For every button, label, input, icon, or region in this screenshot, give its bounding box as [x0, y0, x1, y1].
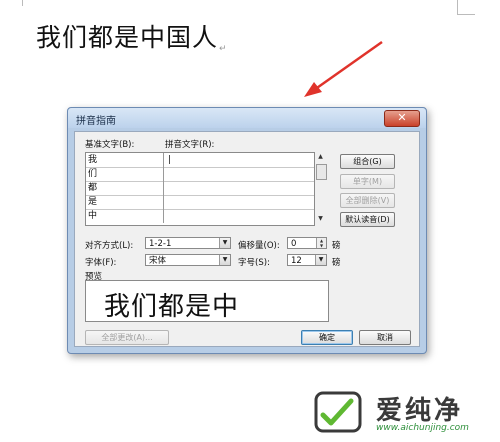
offset-label: 偏移量(O): [238, 241, 280, 251]
grid-row: 们 [86, 167, 314, 182]
grid-row: 中 [86, 209, 314, 223]
cancel-button[interactable]: 取消 [359, 330, 411, 345]
dialog-titlebar[interactable]: 拼音指南 ✕ [68, 108, 426, 128]
alignment-label: 对齐方式(L): [85, 241, 134, 251]
page-corner-marker [457, 14, 475, 15]
chevron-down-icon[interactable]: ▼ [315, 255, 326, 265]
scroll-up-icon[interactable]: ▲ [315, 152, 326, 162]
group-button[interactable]: 组合(G) [340, 154, 395, 169]
grid-row: 是 [86, 195, 314, 210]
size-unit: 磅 [332, 258, 341, 268]
offset-value: 0 [291, 239, 297, 249]
chevron-down-icon[interactable]: ▼ [219, 255, 230, 265]
base-text-label: 基准文字(B): [85, 140, 135, 150]
ruby-text-cell[interactable] [165, 181, 314, 195]
preview-text: 我们都是中 [104, 292, 240, 322]
size-select[interactable]: 12 ▼ [287, 254, 327, 266]
phonetic-grid: 我 | 们 都 是 中 [85, 152, 315, 226]
ruby-text-cell[interactable] [165, 209, 314, 223]
page-corner-marker [457, 0, 458, 14]
size-label: 字号(S): [238, 258, 270, 268]
phonetic-guide-dialog: 拼音指南 ✕ 基准文字(B): 拼音文字(R): 我 | 们 都 是 中 ▲ ▼… [67, 107, 427, 354]
base-text-cell[interactable]: 都 [86, 181, 164, 195]
close-button[interactable]: ✕ [384, 110, 420, 127]
scroll-down-icon[interactable]: ▼ [315, 214, 326, 224]
ruby-text-label: 拼音文字(R): [165, 140, 215, 150]
offset-unit: 磅 [332, 241, 341, 251]
font-label: 字体(F): [85, 258, 117, 268]
font-select[interactable]: 宋体 ▼ [145, 254, 231, 266]
base-text-cell[interactable]: 们 [86, 167, 164, 181]
grid-row: 我 | [86, 153, 314, 168]
document-text[interactable]: 我们都是中国人↵ [36, 18, 228, 54]
alignment-value: 1-2-1 [149, 239, 172, 249]
scroll-thumb[interactable] [316, 164, 327, 180]
alignment-select[interactable]: 1-2-1 ▼ [145, 237, 231, 249]
page-corner-marker [22, 0, 23, 6]
paragraph-mark: ↵ [219, 44, 228, 54]
default-reading-button[interactable]: 默认读音(D) [340, 212, 395, 227]
ruby-text-cell[interactable] [165, 167, 314, 181]
grid-scrollbar[interactable]: ▲ ▼ [315, 152, 327, 224]
brand-url: www.aichunjing.com [376, 423, 469, 433]
font-value: 宋体 [149, 256, 167, 266]
document-text-content: 我们都是中国人 [36, 23, 219, 52]
grid-row: 都 [86, 181, 314, 196]
brand-logo-icon [314, 391, 362, 433]
mono-button[interactable]: 单字(M) [340, 174, 395, 189]
base-text-cell[interactable]: 中 [86, 209, 164, 223]
spinner-icon[interactable]: ▲ ▼ [316, 238, 326, 248]
brand-name: 爱纯净 [376, 396, 464, 426]
change-all-button[interactable]: 全部更改(A)... [85, 330, 169, 345]
size-value: 12 [291, 256, 302, 266]
base-text-cell[interactable]: 是 [86, 195, 164, 209]
preview-box: 我们都是中 [85, 280, 329, 322]
dialog-body: 基准文字(B): 拼音文字(R): 我 | 们 都 是 中 ▲ ▼ 组合(G) … [74, 131, 420, 347]
offset-stepper[interactable]: 0 ▲ ▼ [287, 237, 327, 249]
dialog-title: 拼音指南 [76, 116, 116, 127]
ruby-text-cell[interactable] [165, 195, 314, 209]
ok-button[interactable]: 确定 [301, 330, 353, 345]
clear-all-button[interactable]: 全部删除(V) [340, 193, 395, 208]
chevron-down-icon[interactable]: ▼ [219, 238, 230, 248]
ruby-text-cell[interactable]: | [165, 153, 314, 167]
base-text-cell[interactable]: 我 [86, 153, 164, 167]
